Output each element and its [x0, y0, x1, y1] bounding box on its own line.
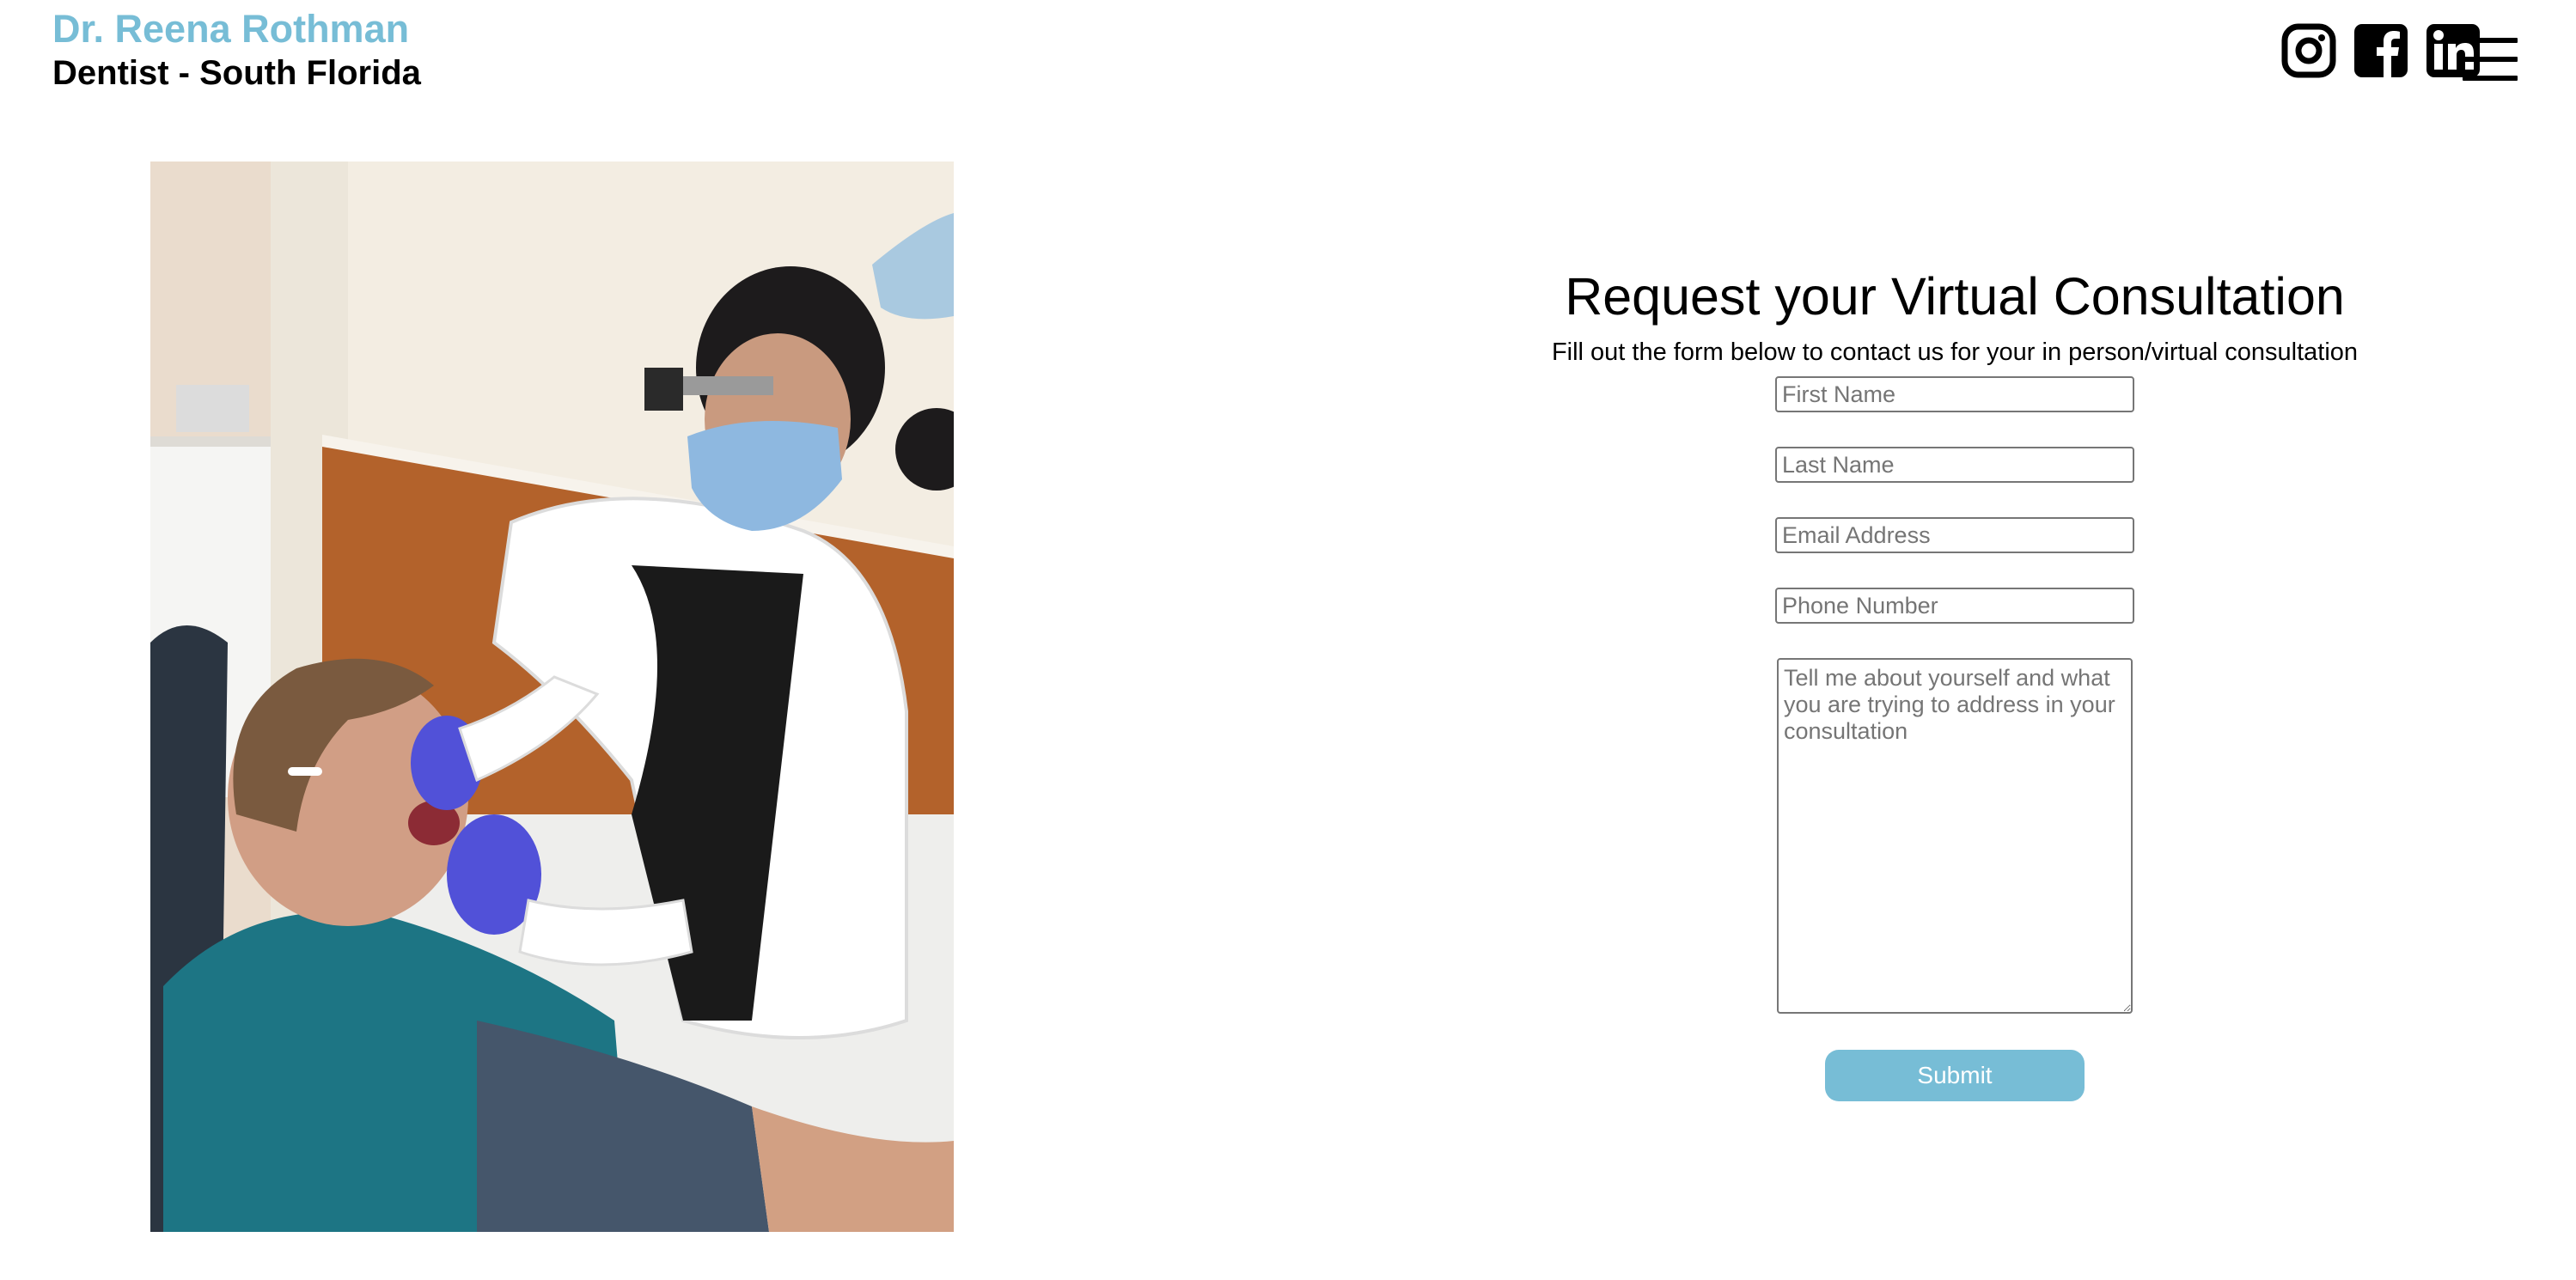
- form-title: Request your Virtual Consultation: [1565, 267, 2345, 326]
- message-textarea[interactable]: [1777, 658, 2133, 1014]
- form-subtitle: Fill out the form below to contact us fo…: [1551, 338, 2359, 366]
- site-title[interactable]: Dr. Reena Rothman: [52, 7, 421, 52]
- instagram-icon[interactable]: [2280, 22, 2337, 79]
- dentist-photo: [150, 162, 954, 1232]
- last-name-field[interactable]: [1775, 447, 2134, 483]
- phone-field[interactable]: [1775, 588, 2134, 624]
- email-field[interactable]: [1775, 517, 2134, 553]
- consultation-form: Request your Virtual Consultation Fill o…: [1461, 258, 2449, 1101]
- brand-header: Dr. Reena Rothman Dentist - South Florid…: [52, 7, 421, 94]
- site-subtitle: Dentist - South Florida: [52, 54, 421, 92]
- social-links: [2280, 22, 2481, 79]
- hamburger-menu-icon[interactable]: [2463, 38, 2518, 86]
- facebook-icon[interactable]: [2353, 22, 2409, 79]
- submit-button[interactable]: Submit: [1825, 1050, 2085, 1101]
- first-name-field[interactable]: [1775, 376, 2134, 412]
